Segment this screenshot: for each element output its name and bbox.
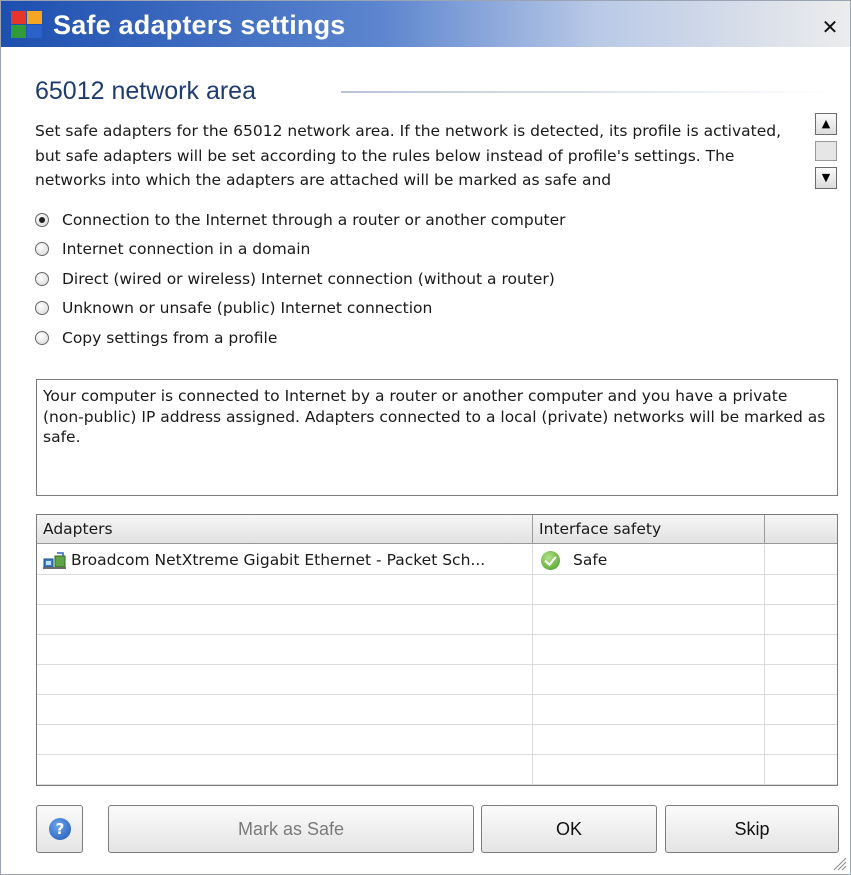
column-header-empty <box>765 515 837 544</box>
section-title: 65012 network area <box>35 77 256 105</box>
avg-logo-icon <box>11 11 43 39</box>
radio-label[interactable]: Internet connection in a domain <box>62 240 310 258</box>
network-description: Set safe adapters for the 65012 network … <box>35 122 782 189</box>
table-row-empty <box>37 725 837 755</box>
radio-label[interactable]: Connection to the Internet through a rou… <box>62 211 566 229</box>
safe-adapters-dialog: Safe adapters settings ✕ 65012 network a… <box>0 0 851 875</box>
ok-button[interactable]: OK <box>481 805 657 853</box>
scroll-thumb[interactable] <box>815 141 837 161</box>
description-scrollbar[interactable]: ▲ ▼ <box>815 113 837 191</box>
close-button[interactable]: ✕ <box>818 16 842 40</box>
option-info-box: Your computer is connected to Internet b… <box>36 379 838 496</box>
resize-grip-icon[interactable] <box>833 857 847 871</box>
radio-button[interactable] <box>35 242 49 257</box>
safety-cell: Safe <box>533 545 765 575</box>
table-header: Adapters Interface safety <box>37 515 837 544</box>
radio-button[interactable] <box>35 330 49 345</box>
radio-option-domain[interactable]: Internet connection in a domain <box>35 235 566 265</box>
help-button[interactable]: ? <box>36 805 83 853</box>
column-header-adapters[interactable]: Adapters <box>37 515 533 544</box>
radio-option-direct[interactable]: Direct (wired or wireless) Internet conn… <box>35 264 566 294</box>
radio-option-router[interactable]: Connection to the Internet through a rou… <box>35 205 566 235</box>
radio-button[interactable] <box>35 212 49 227</box>
table-row-empty <box>37 755 837 785</box>
column-header-interface-safety[interactable]: Interface safety <box>533 515 765 544</box>
table-row[interactable]: Broadcom NetXtreme Gigabit Ethernet - Pa… <box>37 545 837 575</box>
table-row-empty <box>37 575 837 605</box>
table-row-empty <box>37 635 837 665</box>
mark-as-safe-button[interactable]: Mark as Safe <box>108 805 474 853</box>
safe-check-icon <box>541 551 560 570</box>
title-bar[interactable]: Safe adapters settings ✕ <box>1 1 850 47</box>
section-divider <box>341 91 831 93</box>
table-row-empty <box>37 695 837 725</box>
skip-button[interactable]: Skip <box>665 805 839 853</box>
radio-button[interactable] <box>35 271 49 286</box>
radio-label[interactable]: Copy settings from a profile <box>62 329 277 347</box>
network-adapter-icon <box>43 552 66 569</box>
help-icon: ? <box>49 818 71 840</box>
adapter-cell: Broadcom NetXtreme Gigabit Ethernet - Pa… <box>37 545 533 575</box>
scroll-down-button[interactable]: ▼ <box>815 167 837 189</box>
radio-label[interactable]: Direct (wired or wireless) Internet conn… <box>62 270 555 288</box>
extra-cell <box>765 545 837 575</box>
radio-option-public[interactable]: Unknown or unsafe (public) Internet conn… <box>35 294 566 324</box>
radio-button[interactable] <box>35 301 49 316</box>
table-row-empty <box>37 665 837 695</box>
radio-label[interactable]: Unknown or unsafe (public) Internet conn… <box>62 299 432 317</box>
safety-status: Safe <box>573 551 608 569</box>
window-title: Safe adapters settings <box>53 10 346 40</box>
table-row-empty <box>37 605 837 635</box>
adapters-table: Adapters Interface safety Broadcom NetXt… <box>36 514 838 786</box>
adapter-name: Broadcom NetXtreme Gigabit Ethernet - Pa… <box>71 551 486 569</box>
connection-type-options: Connection to the Internet through a rou… <box>35 205 566 353</box>
scroll-up-button[interactable]: ▲ <box>815 113 837 135</box>
radio-option-copy-profile[interactable]: Copy settings from a profile <box>35 323 566 353</box>
